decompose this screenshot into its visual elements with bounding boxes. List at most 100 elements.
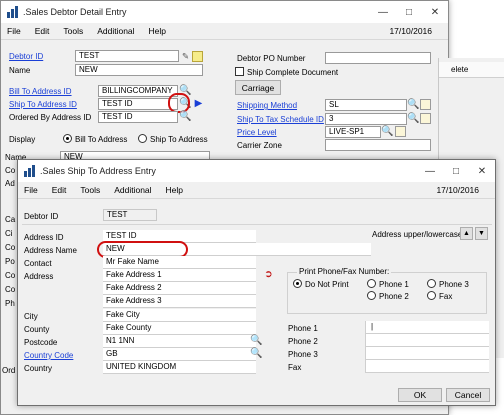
cancel-button[interactable]: Cancel: [446, 388, 490, 402]
fax-radio[interactable]: [427, 291, 436, 300]
contact-field[interactable]: Mr Fake Name: [103, 256, 256, 269]
carriage-button[interactable]: Carriage: [235, 80, 281, 95]
country-field[interactable]: UNITED KINGDOM: [103, 361, 256, 374]
debtor-id-field[interactable]: TEST: [75, 50, 179, 62]
shipping-method-label[interactable]: Shipping Method: [237, 101, 297, 110]
note-icon[interactable]: [420, 113, 431, 124]
lookup-icon[interactable]: 🔍: [407, 113, 419, 124]
shipping-method-field[interactable]: SL: [325, 99, 407, 111]
divider: [22, 224, 492, 225]
menu-additional[interactable]: Additional: [108, 185, 159, 195]
phone3-field[interactable]: [365, 347, 489, 360]
debtor-po-field[interactable]: [325, 52, 431, 64]
do-not-print-radio[interactable]: [293, 279, 302, 288]
country-code-label[interactable]: Country Code: [24, 351, 73, 360]
county-label: County: [24, 325, 50, 334]
menu-edit[interactable]: Edit: [46, 185, 75, 195]
menu-date: 17/10/2016: [436, 185, 479, 195]
address-case-label: Address upper/lowercase:: [372, 230, 465, 239]
left-fragment: Ci: [5, 229, 13, 238]
lookup-icon[interactable]: 🔍: [381, 126, 393, 137]
name-field[interactable]: NEW: [75, 64, 203, 76]
carrier-zone-field[interactable]: [325, 139, 431, 151]
left-fragment: Co: [5, 285, 16, 294]
app-logo-icon: [24, 165, 36, 177]
carrier-zone-label: Carrier Zone: [237, 141, 282, 150]
left-fragment: Ord: [2, 366, 16, 375]
contact-label: Contact: [24, 259, 52, 268]
close-icon[interactable]: ✕: [469, 160, 495, 182]
close-icon[interactable]: ✕: [422, 1, 448, 23]
expand-arrow-icon[interactable]: ▶: [193, 98, 204, 109]
left-fragment: Po: [5, 257, 15, 266]
note-pencil-icon[interactable]: ✎: [180, 51, 191, 62]
fax-label: Fax: [288, 363, 302, 372]
menu-file[interactable]: File: [18, 185, 46, 195]
debtor-id-label: Debtor ID: [24, 212, 59, 221]
ship-complete-checkbox[interactable]: [235, 67, 244, 76]
bill-to-address-label[interactable]: Bill To Address ID: [9, 87, 72, 96]
menu-help[interactable]: Help: [160, 185, 191, 195]
print-phone-label: Print Phone/Fax Number:: [297, 267, 392, 276]
menu-tools[interactable]: Tools: [74, 185, 108, 195]
menu-file[interactable]: File: [1, 26, 29, 36]
bill-to-address-option: Bill To Address: [75, 135, 128, 144]
lookup-icon[interactable]: 🔍: [250, 335, 262, 346]
phone1-label: Phone 1: [288, 324, 318, 333]
city-field[interactable]: Fake City: [103, 309, 256, 322]
price-level-label[interactable]: Price Level: [237, 128, 277, 137]
maximize-icon[interactable]: □: [396, 1, 422, 23]
debtor-id-label[interactable]: Debtor ID: [9, 52, 43, 61]
text-cursor: |: [371, 322, 374, 331]
map-pin-icon[interactable]: ➲: [263, 269, 274, 280]
phone1-radio[interactable]: [367, 279, 376, 288]
county-field[interactable]: Fake County: [103, 322, 256, 335]
ship-complete-label: Ship Complete Document: [247, 68, 339, 77]
bill-to-address-radio[interactable]: [63, 134, 72, 143]
do-not-print-option: Do Not Print: [305, 280, 349, 289]
bill-to-address-field[interactable]: BILLINGCOMPANY: [98, 85, 178, 97]
note-icon[interactable]: [192, 51, 203, 62]
tax-schedule-label[interactable]: Ship To Tax Schedule ID: [237, 115, 324, 124]
ordered-by-address-field[interactable]: TEST ID: [98, 111, 178, 123]
ship-to-address-field[interactable]: TEST ID: [98, 98, 178, 110]
country-label: Country: [24, 364, 53, 373]
delete-fragment[interactable]: elete: [451, 65, 468, 74]
debtor-id-field: TEST: [103, 209, 157, 221]
country-code-field[interactable]: GB: [103, 348, 256, 361]
phone2-radio[interactable]: [367, 291, 376, 300]
minimize-icon[interactable]: —: [370, 1, 396, 23]
lookup-icon[interactable]: 🔍: [250, 348, 262, 359]
address-line-2[interactable]: Fake Address 2: [103, 282, 256, 295]
postcode-field[interactable]: N1 1NN: [103, 335, 256, 348]
lookup-icon[interactable]: 🔍: [407, 99, 419, 110]
phone3-radio[interactable]: [427, 279, 436, 288]
uppercase-button[interactable]: ▲: [460, 227, 473, 240]
note-icon[interactable]: [420, 99, 431, 110]
address-line-1[interactable]: Fake Address 1: [103, 269, 256, 282]
lookup-icon[interactable]: 🔍: [179, 111, 191, 122]
menu-additional[interactable]: Additional: [91, 26, 142, 36]
left-fragment: Ca: [5, 215, 16, 224]
menu-edit[interactable]: Edit: [29, 26, 58, 36]
address-line-3[interactable]: Fake Address 3: [103, 295, 256, 308]
menu-tools[interactable]: Tools: [57, 26, 91, 36]
fax-field[interactable]: [365, 360, 489, 373]
ship-to-address-label[interactable]: Ship To Address ID: [9, 100, 77, 109]
ok-button[interactable]: OK: [398, 388, 442, 402]
ship-window-titlebar: .Sales Ship To Address Entry — □ ✕: [18, 160, 495, 182]
side-toolbar: elete: [439, 62, 504, 78]
menu-help[interactable]: Help: [143, 26, 174, 36]
phone1-field[interactable]: |: [365, 321, 489, 334]
maximize-icon[interactable]: □: [443, 160, 469, 182]
minimize-icon[interactable]: —: [417, 160, 443, 182]
note-icon[interactable]: [395, 126, 406, 137]
left-fragment: Co: [5, 243, 16, 252]
tax-schedule-field[interactable]: 3: [325, 113, 407, 125]
ship-menubar: File Edit Tools Additional Help 17/10/20…: [18, 182, 495, 199]
ship-to-address-radio[interactable]: [138, 134, 147, 143]
price-level-field[interactable]: LIVE-SP1: [325, 126, 381, 138]
name-label: Name: [9, 66, 31, 75]
phone2-field[interactable]: [365, 334, 489, 347]
lowercase-button[interactable]: ▼: [475, 227, 488, 240]
